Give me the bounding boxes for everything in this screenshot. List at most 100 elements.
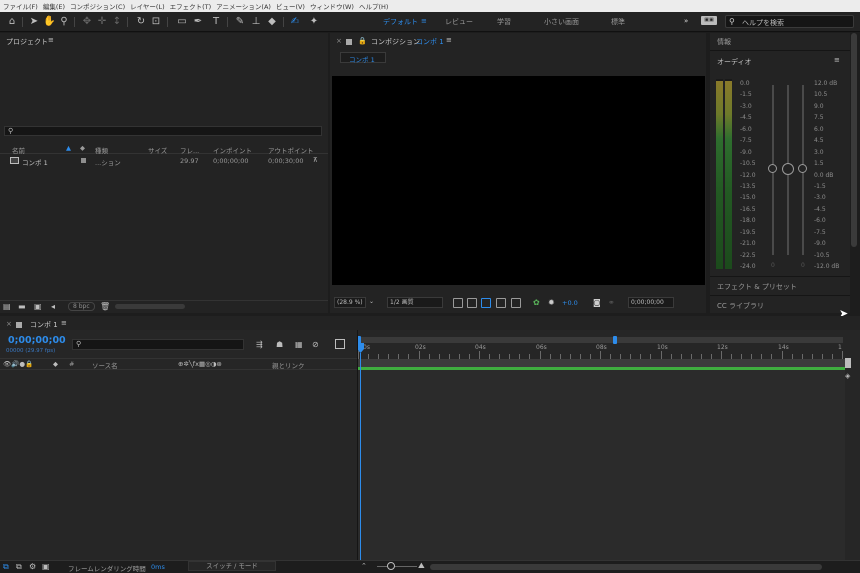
project-panel-title[interactable]: プロジェクト <box>6 37 48 47</box>
timeline-current-time[interactable]: 0;00;00;00 <box>8 335 66 346</box>
panel-menu-icon[interactable]: ≡ <box>834 56 840 64</box>
audio-slider-center-knob[interactable] <box>782 163 794 175</box>
more-workspaces-icon[interactable]: » <box>684 17 688 25</box>
info-panel-tab[interactable]: 情報 <box>717 37 731 47</box>
composition-tab[interactable]: コンポ 1 <box>340 52 386 64</box>
selection-tool-icon[interactable]: ➤ <box>28 15 40 28</box>
close-icon[interactable]: × <box>6 320 12 328</box>
pen-tool-icon[interactable]: ✒ <box>192 15 204 28</box>
close-icon[interactable]: × <box>336 37 342 45</box>
project-settings-icon[interactable]: ◂ <box>51 302 55 311</box>
exposure-value[interactable]: +0.0 <box>562 299 578 307</box>
in-out-panes-icon[interactable]: ⚙ <box>29 562 36 571</box>
dolly-tool-icon[interactable]: ↕ <box>111 15 123 28</box>
timeline-zoom-slider[interactable] <box>377 566 417 567</box>
work-area-end-handle[interactable] <box>845 358 851 368</box>
render-time-pane-icon[interactable]: ▣ <box>42 562 50 571</box>
help-search-input[interactable]: ヘルプを検索 <box>742 18 784 28</box>
anchor-tool-icon[interactable]: ⊡ <box>150 15 162 28</box>
label-color-swatch[interactable] <box>81 158 86 163</box>
resolution-dropdown[interactable]: 1/2 画質 <box>387 297 443 308</box>
workspace-standard[interactable]: 標準 <box>611 17 625 27</box>
menu-file[interactable]: ファイル(F) <box>3 1 38 11</box>
column-frame-rate[interactable]: フレ... <box>180 145 199 155</box>
type-tool-icon[interactable]: T <box>210 15 222 28</box>
time-ruler[interactable]: 0s 02s 04s 06s 08s 10s 12s 14s 1 <box>358 343 843 359</box>
timeline-search-input[interactable]: ⚲ <box>72 339 244 350</box>
mask-path-icon[interactable] <box>481 298 491 308</box>
bit-depth-button[interactable]: 8 bpc <box>68 302 95 311</box>
composition-title-name[interactable]: コンポ 1 <box>416 37 444 47</box>
column-name[interactable]: 名前 <box>12 145 25 155</box>
workspace-learn[interactable]: 学習 <box>497 17 511 27</box>
draft-3d-icon[interactable]: ☗ <box>276 340 283 349</box>
audio-panel-title[interactable]: オーディオ <box>717 57 752 67</box>
zoom-in-icon[interactable]: ⛰ <box>418 561 425 570</box>
cc-libraries-panel-tab[interactable]: CC ライブラリ <box>717 301 764 311</box>
exposure-reset-icon[interactable]: ✹ <box>548 298 555 307</box>
magnification-dropdown[interactable]: (28.9 %) <box>334 297 366 308</box>
column-type[interactable]: 種類 <box>95 145 108 155</box>
menu-composition[interactable]: コンポジション(C) <box>70 1 125 11</box>
av-features-icons[interactable]: 👁🔊●🔒 <box>3 360 33 368</box>
audio-slider-left-knob[interactable] <box>768 164 777 173</box>
zoom-tool-icon[interactable]: ⚲ <box>58 15 70 28</box>
timeline-zoom-knob[interactable] <box>387 562 395 570</box>
composition-timecode[interactable]: 0;00;00;00 <box>628 297 674 308</box>
workspace-review[interactable]: レビュー <box>445 17 473 27</box>
menu-effect[interactable]: エフェクト(T) <box>170 1 212 11</box>
flowchart-icon[interactable]: ⊼ <box>313 156 318 164</box>
zoom-out-icon[interactable]: ⌃ <box>361 562 367 571</box>
column-parent-link[interactable]: 親とリンク <box>272 360 305 370</box>
panel-menu-icon[interactable]: ≡ <box>61 319 67 327</box>
panel-menu-icon[interactable]: ≡ <box>48 36 54 44</box>
label-tag-icon[interactable]: ◆ <box>80 144 85 152</box>
column-size[interactable]: サイズ <box>148 145 167 155</box>
lock-icon[interactable]: 🔒 <box>358 37 367 45</box>
grid-icon[interactable] <box>453 298 463 308</box>
graph-editor-icon[interactable] <box>335 339 345 349</box>
sync-settings-icon[interactable]: ▣▣ <box>701 16 717 25</box>
composition-title-prefix[interactable]: コンポジション <box>371 37 420 47</box>
workspace-small-screen[interactable]: 小さい画面 <box>544 17 579 27</box>
workspace-menu-icon[interactable]: ≡ <box>421 17 427 25</box>
rotate-tool-icon[interactable]: ↻ <box>135 15 147 28</box>
brush-tool-icon[interactable]: ✎ <box>234 15 246 28</box>
rectangle-tool-icon[interactable]: ▭ <box>176 15 188 28</box>
column-out-point[interactable]: アウトポイント <box>268 145 314 155</box>
trash-icon[interactable]: 🗑 <box>100 302 110 311</box>
layer-number-icon[interactable]: # <box>69 360 74 368</box>
audio-slider-right-knob[interactable] <box>798 164 807 173</box>
sort-asc-icon[interactable]: ▲ <box>66 144 71 152</box>
new-composition-icon[interactable]: ▣ <box>34 302 42 311</box>
panel-lock-swatch[interactable] <box>346 39 352 45</box>
menu-view[interactable]: ビュー(V) <box>276 1 305 11</box>
switches-icons[interactable]: ⊕✲╲fx▦◎◑⊛ <box>178 360 222 368</box>
comp-button-icon[interactable]: ◈ <box>845 372 850 380</box>
pan-tool-icon[interactable]: ✛ <box>96 15 108 28</box>
channel-icon[interactable]: ✿ <box>533 298 540 307</box>
composition-viewer[interactable] <box>332 76 705 285</box>
new-folder-icon[interactable]: ▬ <box>18 302 26 311</box>
menu-layer[interactable]: レイヤー(L) <box>130 1 165 11</box>
roto-brush-icon[interactable]: ✍ <box>289 15 301 28</box>
right-panel-scrollbar[interactable] <box>851 33 857 247</box>
safe-margins-icon[interactable] <box>511 298 521 308</box>
timeline-tab-label[interactable]: コンポ 1 <box>30 320 58 330</box>
menu-animation[interactable]: アニメーション(A) <box>216 1 271 11</box>
panel-menu-icon[interactable]: ≡ <box>446 36 452 44</box>
menu-help[interactable]: ヘルプ(H) <box>359 1 388 11</box>
hand-tool-icon[interactable]: ✋ <box>43 15 55 28</box>
timeline-horizontal-scrollbar[interactable] <box>430 564 822 570</box>
menu-window[interactable]: ウィンドウ(W) <box>310 1 354 11</box>
clone-stamp-icon[interactable]: ⊥ <box>250 15 262 28</box>
layer-switches-icon[interactable]: ⧉ <box>3 562 9 571</box>
panel-lock-swatch[interactable] <box>16 322 22 328</box>
comp-mini-flowchart-icon[interactable]: ⇶ <box>256 340 263 349</box>
menu-edit[interactable]: 編集(E) <box>43 1 65 11</box>
label-tag-icon[interactable]: ◆ <box>53 360 58 368</box>
region-of-interest-icon[interactable] <box>496 298 506 308</box>
project-scrollbar[interactable] <box>115 304 185 309</box>
effects-presets-panel-tab[interactable]: エフェクト & プリセット <box>717 282 797 292</box>
help-search-box[interactable]: ⚲ ヘルプを検索 <box>725 15 854 28</box>
